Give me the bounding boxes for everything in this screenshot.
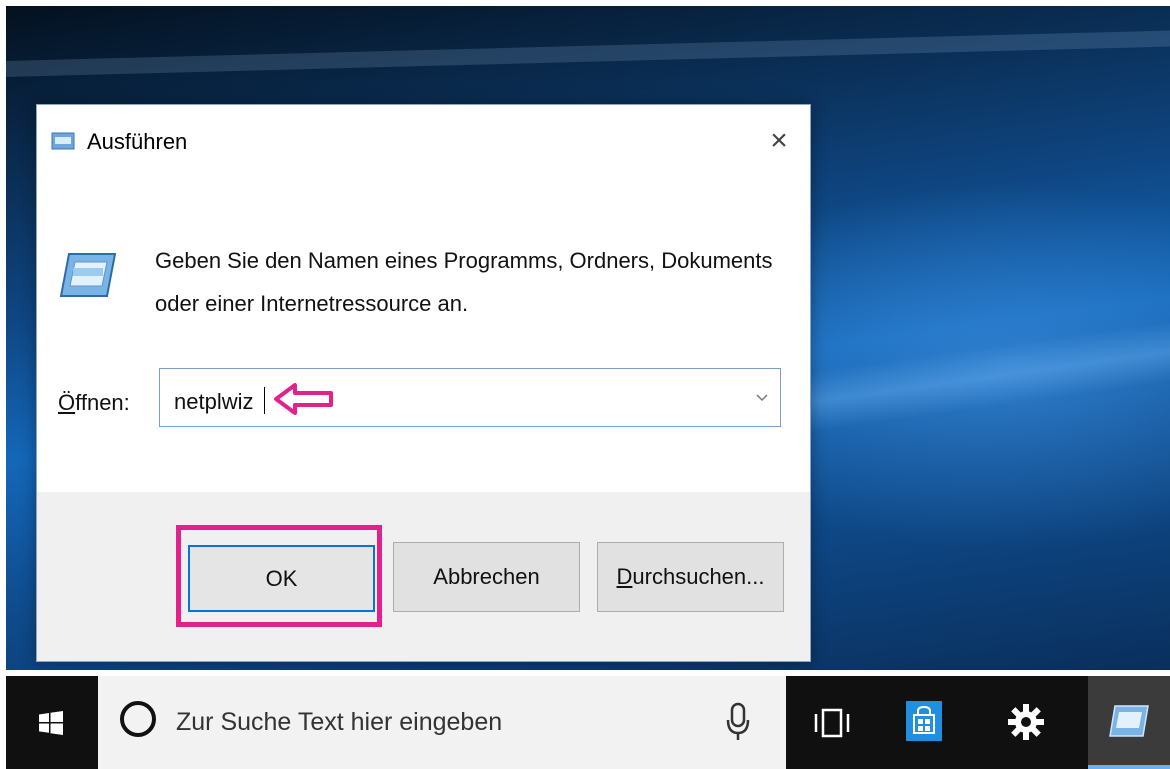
chevron-down-icon: [756, 393, 768, 401]
title-bar[interactable]: Ausführen ×: [37, 105, 810, 177]
gear-icon[interactable]: [1006, 702, 1046, 742]
active-indicator: [1088, 765, 1170, 769]
wallpaper-light-beam: [6, 29, 1170, 77]
open-label: Öffnen:: [58, 390, 130, 416]
desktop-background: Ausführen × Geben Sie den Namen eines Pr…: [6, 6, 1170, 670]
store-icon[interactable]: [906, 701, 942, 741]
run-icon: [1109, 705, 1149, 737]
accelerator-key: D: [616, 564, 633, 589]
browse-button-text: urchsuchen...: [632, 564, 765, 589]
open-combobox[interactable]: netplwiz: [159, 368, 781, 427]
instruction-text: Geben Sie den Namen eines Programms, Ord…: [155, 248, 773, 316]
run-icon: [59, 253, 117, 297]
task-view-icon[interactable]: [814, 708, 850, 738]
store-bag-icon: [913, 705, 935, 734]
run-dialog: Ausführen × Geben Sie den Namen eines Pr…: [36, 104, 811, 662]
taskbar-run-app[interactable]: [1088, 676, 1170, 769]
windows-logo-icon: [39, 710, 63, 735]
search-placeholder: Zur Suche Text hier eingeben: [176, 708, 503, 736]
close-button[interactable]: ×: [748, 105, 810, 177]
cancel-button[interactable]: Abbrechen: [393, 542, 580, 612]
open-input[interactable]: netplwiz: [174, 389, 253, 415]
browse-button[interactable]: Durchsuchen...: [597, 542, 784, 612]
run-icon: [51, 132, 75, 150]
microphone-icon[interactable]: [726, 702, 750, 742]
taskbar-search-box[interactable]: Zur Suche Text hier eingeben: [98, 676, 786, 769]
window-title: Ausführen: [87, 129, 188, 154]
arrow-left-icon: [274, 383, 333, 415]
text-caret: [264, 387, 265, 414]
open-label-text: ffnen:: [75, 390, 130, 415]
cortana-circle-icon: [120, 701, 156, 737]
dropdown-button[interactable]: [744, 369, 780, 426]
ok-button[interactable]: OK: [188, 545, 375, 612]
accelerator-key: Ö: [58, 390, 76, 415]
start-button[interactable]: [6, 676, 96, 769]
wallpaper-light-beam: [783, 317, 1170, 435]
taskbar: Zur Suche Text hier eingeben: [6, 676, 1170, 769]
button-footer: OK Abbrechen Durchsuchen...: [37, 492, 810, 661]
close-icon: ×: [770, 124, 788, 157]
